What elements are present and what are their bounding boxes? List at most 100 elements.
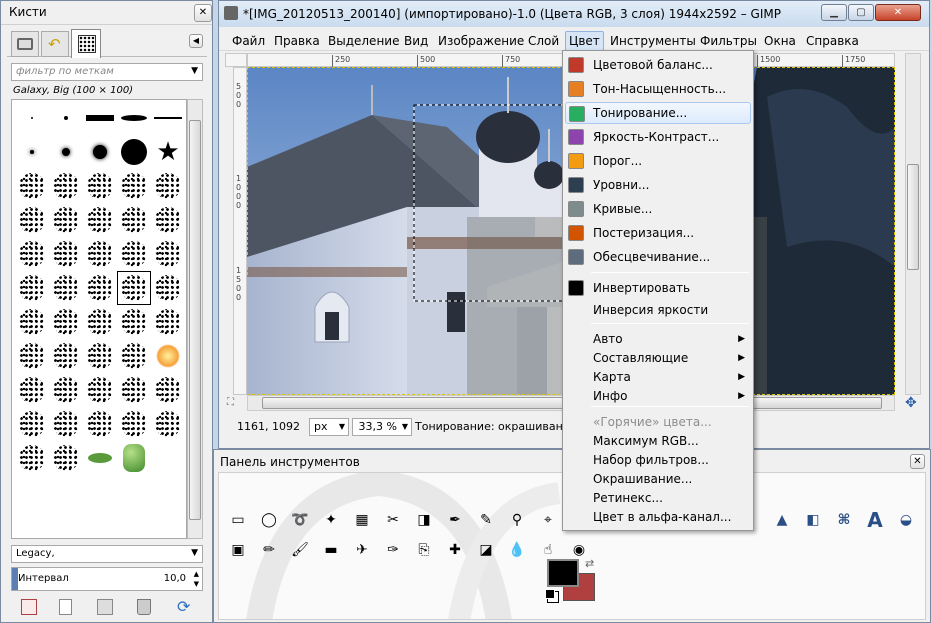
brush-item[interactable] (118, 102, 150, 134)
brush-item[interactable] (16, 442, 48, 474)
brush-item[interactable] (84, 340, 116, 372)
brush-preset-select[interactable]: Legacy, ▼ (11, 545, 203, 563)
menu-8[interactable]: Фильтры (697, 33, 760, 49)
eraser-icon[interactable]: ▬ (320, 539, 342, 561)
brush-item[interactable] (152, 102, 184, 134)
menu-5[interactable]: Слой (525, 33, 562, 49)
menu-9[interactable]: Окна (761, 33, 799, 49)
paths-icon[interactable]: ✒ (444, 509, 466, 531)
swap-colors-icon[interactable]: ⇄ (585, 557, 594, 570)
spin-arrows-icon[interactable]: ▲ ▼ (194, 569, 199, 589)
brush-item[interactable] (117, 271, 151, 305)
brush-item[interactable] (50, 136, 82, 168)
close-button[interactable]: ✕ (875, 4, 921, 21)
color-menu-item-3[interactable]: Яркость-Контраст... (565, 126, 751, 148)
zoom-icon[interactable]: ⚲ (506, 509, 528, 531)
chevron-down-icon[interactable]: ▼ (191, 548, 198, 558)
tab-layers[interactable] (11, 31, 39, 57)
brush-item[interactable] (50, 170, 82, 202)
menu-3[interactable]: Вид (401, 33, 431, 49)
blur-icon[interactable]: 💧 (506, 539, 528, 561)
brush-item[interactable] (84, 136, 116, 168)
menu-6[interactable]: Цвет (565, 31, 604, 51)
brush-item[interactable] (84, 374, 116, 406)
color-menu-item-2[interactable]: Тонирование... (565, 102, 751, 124)
brush-item[interactable] (50, 374, 82, 406)
brush-item[interactable] (84, 272, 116, 304)
smudge-icon[interactable]: ☝ (537, 539, 559, 561)
navigate-icon[interactable]: ✥ (905, 395, 917, 411)
menu-7[interactable]: Инструменты (607, 33, 699, 49)
menu-0[interactable]: Файл (229, 33, 268, 49)
color-menu-item-4[interactable]: Порог... (565, 150, 751, 172)
scrollbar-thumb[interactable] (189, 120, 201, 520)
color-menu-item-5[interactable]: Уровни... (565, 174, 751, 196)
color-picker-icon[interactable]: ✎ (475, 509, 497, 531)
tab-undo-history[interactable]: ↶ (41, 31, 69, 57)
brush-item[interactable] (118, 442, 150, 474)
tab-menu-icon[interactable]: ◀ (189, 34, 203, 48)
brush-item[interactable] (118, 204, 150, 236)
flip-icon[interactable]: ▲ (771, 509, 793, 531)
zoom-select[interactable]: 33,3 % ▼ (352, 418, 412, 436)
brush-item[interactable] (152, 204, 184, 236)
brush-item[interactable] (84, 306, 116, 338)
brush-grid-scrollbar[interactable] (187, 99, 203, 539)
cage-icon[interactable]: ◧ (802, 509, 824, 531)
tag-filter-input[interactable]: фильтр по меткам ▼ (11, 63, 203, 81)
airbrush-icon[interactable]: ✈ (351, 539, 373, 561)
minimize-button[interactable]: ▁ (821, 4, 847, 21)
menu-4[interactable]: Изображение (435, 33, 527, 49)
brush-item[interactable] (84, 102, 116, 134)
menu-1[interactable]: Правка (271, 33, 323, 49)
brush-item[interactable] (50, 408, 82, 440)
color-menu-item-6[interactable]: Кривые... (565, 198, 751, 220)
clone-icon[interactable]: ⎘ (413, 539, 435, 561)
color-menu-item-0[interactable]: Цветовой баланс... (565, 54, 751, 76)
new-brush-icon[interactable] (59, 599, 72, 615)
duplicate-brush-icon[interactable] (97, 599, 113, 615)
unified-transform-icon[interactable]: ⌘ (833, 509, 855, 531)
foreground-select-icon[interactable]: ◨ (413, 509, 435, 531)
brush-item[interactable] (84, 238, 116, 270)
brush-item[interactable] (50, 306, 82, 338)
close-icon[interactable]: ✕ (194, 4, 212, 22)
text-icon[interactable]: A (864, 508, 886, 532)
edit-brush-icon[interactable] (21, 599, 37, 615)
bucket-fill-icon[interactable]: ◒ (895, 509, 917, 531)
vscroll-thumb[interactable] (907, 164, 919, 270)
pencil-icon[interactable]: ✏ (258, 539, 280, 561)
heal-icon[interactable]: ✚ (444, 539, 466, 561)
unit-select[interactable]: px ▼ (309, 418, 349, 436)
foreground-color-swatch[interactable] (547, 559, 579, 587)
maximize-button[interactable]: ▢ (848, 4, 874, 21)
brush-item[interactable] (152, 272, 184, 304)
brush-item[interactable] (16, 170, 48, 202)
ink-icon[interactable]: ✑ (382, 539, 404, 561)
brush-item[interactable] (118, 374, 150, 406)
brush-item[interactable] (152, 170, 184, 202)
brush-item[interactable] (152, 374, 184, 406)
brush-item[interactable] (16, 306, 48, 338)
brush-item[interactable] (84, 408, 116, 440)
color-submenu-3[interactable]: Инфо ▶ (565, 385, 751, 407)
close-icon[interactable]: ✕ (910, 454, 925, 469)
blend-icon[interactable]: ▣ (227, 539, 249, 561)
lasso-icon[interactable]: ➰ (289, 509, 311, 531)
tab-brushes[interactable] (71, 29, 101, 58)
spacing-slider[interactable]: Интервал 10,0 ▲ ▼ (11, 567, 203, 591)
canvas-vscroll[interactable] (905, 53, 921, 395)
paintbrush-icon[interactable]: 🖌 (289, 539, 311, 561)
fuzzy-select-icon[interactable]: ✦ (320, 509, 342, 531)
select-by-color-icon[interactable]: ▦ (351, 509, 373, 531)
brush-item[interactable] (16, 136, 48, 168)
brush-item[interactable] (50, 272, 82, 304)
brush-item[interactable] (152, 340, 184, 372)
brush-item[interactable] (84, 204, 116, 236)
brush-item[interactable] (50, 238, 82, 270)
brush-item[interactable] (16, 102, 48, 134)
color-menu-invert-0[interactable]: Инвертировать (565, 277, 751, 299)
color-menu-script-5[interactable]: Цвет в альфа-канал... (565, 506, 751, 528)
brush-item[interactable]: ★ (152, 136, 184, 168)
perspective-clone-icon[interactable]: ◪ (475, 539, 497, 561)
